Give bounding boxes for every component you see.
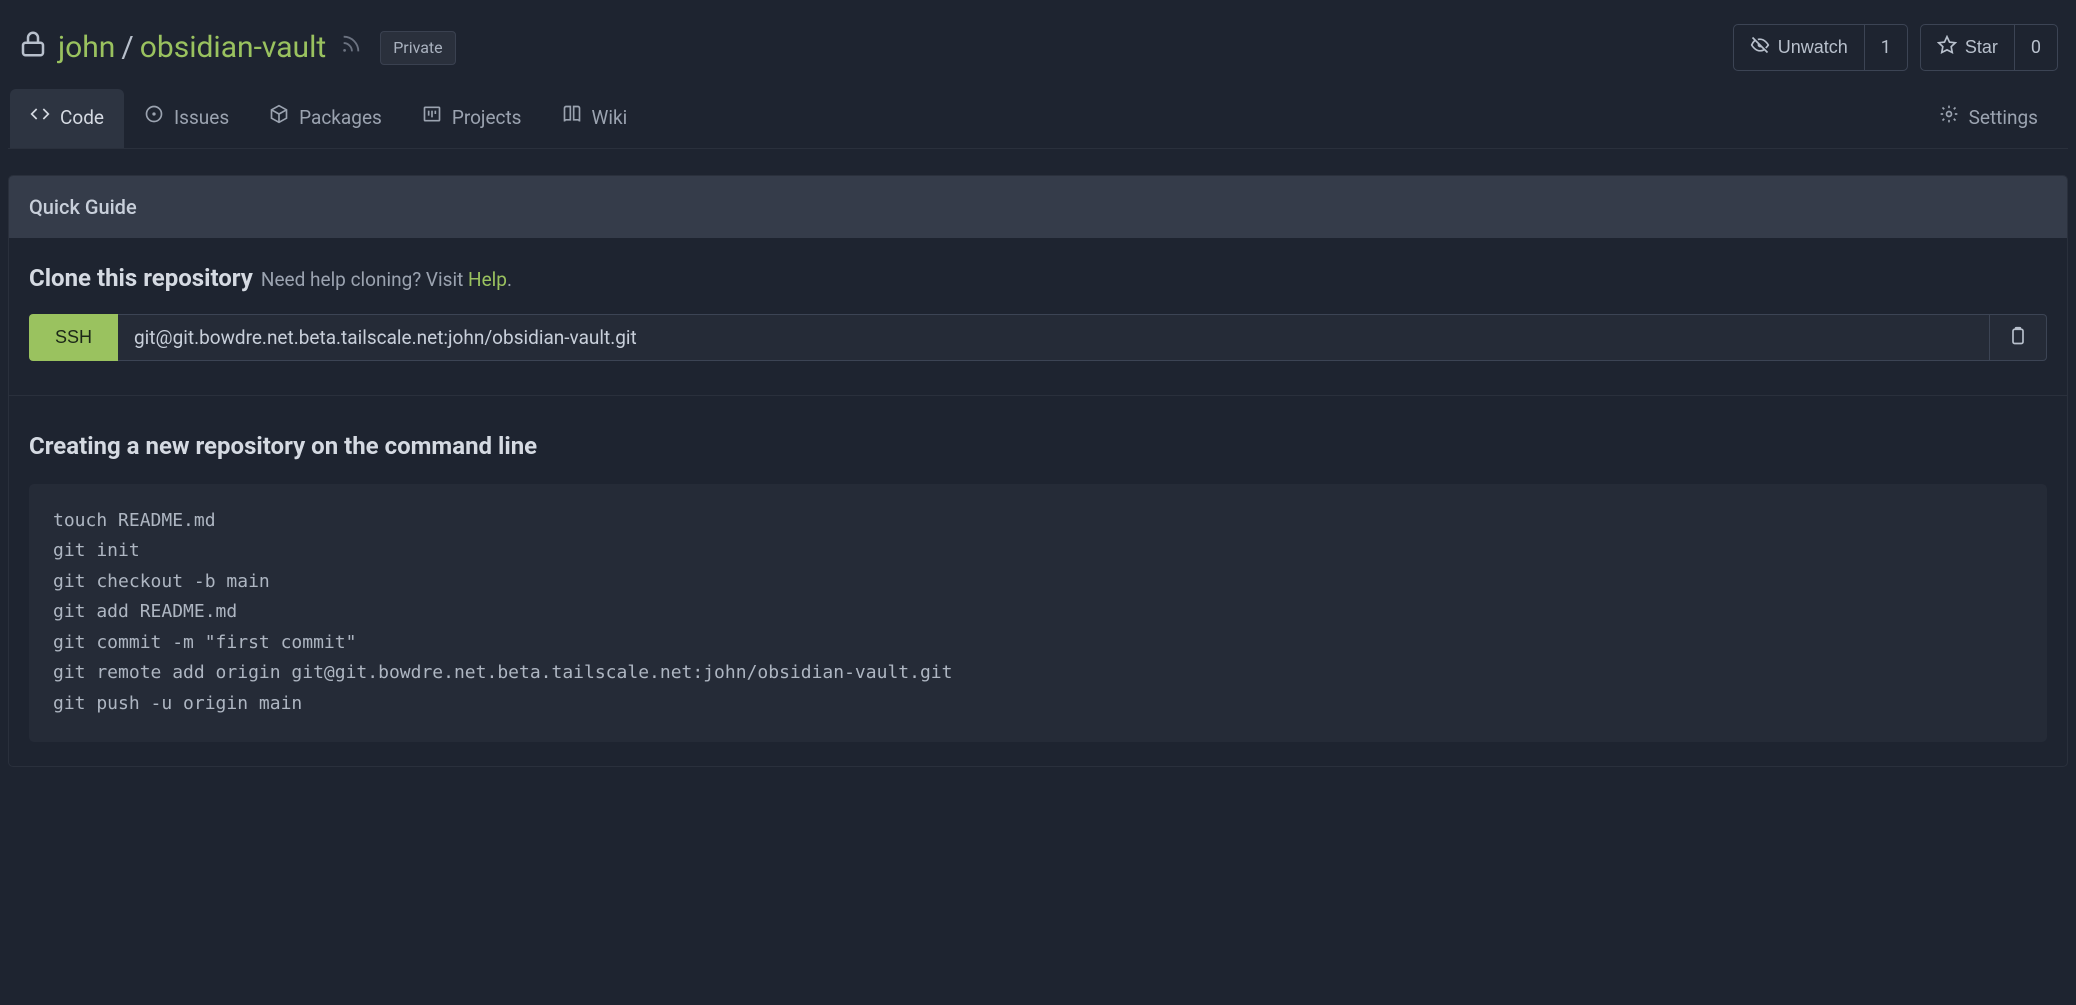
- tab-packages-label: Packages: [299, 104, 382, 133]
- tabs-row: Code Issues Packages Projects: [8, 89, 2068, 149]
- tab-settings[interactable]: Settings: [1919, 89, 2058, 148]
- tab-issues[interactable]: Issues: [124, 89, 249, 148]
- quick-guide-title: Quick Guide: [9, 176, 2067, 238]
- create-code-block[interactable]: touch README.md git init git checkout -b…: [29, 484, 2047, 742]
- tab-code[interactable]: Code: [10, 89, 124, 148]
- help-link[interactable]: Help: [468, 268, 507, 291]
- book-icon: [562, 104, 582, 133]
- repo-actions: Unwatch 1 Star 0: [1733, 24, 2058, 71]
- repo-name-link[interactable]: obsidian-vault: [140, 25, 326, 70]
- tab-wiki[interactable]: Wiki: [542, 89, 648, 148]
- clone-help-text: Need help cloning? Visit Help.: [261, 266, 512, 295]
- star-label: Star: [1965, 37, 1998, 58]
- repo-header: john / obsidian-vault Private Unwatch 1: [8, 8, 2068, 89]
- tab-wiki-label: Wiki: [592, 104, 628, 133]
- tab-settings-label: Settings: [1969, 104, 2038, 133]
- watch-count[interactable]: 1: [1864, 25, 1907, 70]
- issue-icon: [144, 104, 164, 133]
- clone-row: SSH: [29, 314, 2047, 361]
- unwatch-label: Unwatch: [1778, 37, 1848, 58]
- star-count[interactable]: 0: [2014, 25, 2057, 70]
- quick-guide-panel: Quick Guide Clone this repository Need h…: [8, 175, 2068, 767]
- repo-title-group: john / obsidian-vault Private: [18, 25, 456, 70]
- clipboard-icon: [2008, 326, 2028, 349]
- clone-url-input[interactable]: [118, 314, 1990, 361]
- private-badge: Private: [380, 31, 455, 65]
- tab-projects[interactable]: Projects: [402, 89, 542, 148]
- project-icon: [422, 104, 442, 133]
- rss-icon[interactable]: [336, 33, 362, 63]
- repo-separator: /: [121, 25, 133, 70]
- create-heading: Creating a new repository on the command…: [29, 428, 2047, 464]
- star-icon: [1937, 35, 1957, 60]
- package-icon: [269, 104, 289, 133]
- star-button[interactable]: Star: [1921, 25, 2014, 70]
- tab-code-label: Code: [60, 104, 104, 133]
- settings-icon: [1939, 104, 1959, 133]
- copy-button[interactable]: [1990, 314, 2047, 361]
- repo-owner-link[interactable]: john: [58, 25, 115, 70]
- tab-projects-label: Projects: [452, 104, 522, 133]
- ssh-button[interactable]: SSH: [29, 314, 118, 361]
- watch-group: Unwatch 1: [1733, 24, 1908, 71]
- tab-packages[interactable]: Packages: [249, 89, 402, 148]
- code-icon: [30, 104, 50, 133]
- lock-icon: [18, 29, 48, 67]
- star-group: Star 0: [1920, 24, 2058, 71]
- tab-issues-label: Issues: [174, 104, 229, 133]
- clone-heading: Clone this repository: [29, 260, 253, 296]
- eye-off-icon: [1750, 35, 1770, 60]
- unwatch-button[interactable]: Unwatch: [1734, 25, 1864, 70]
